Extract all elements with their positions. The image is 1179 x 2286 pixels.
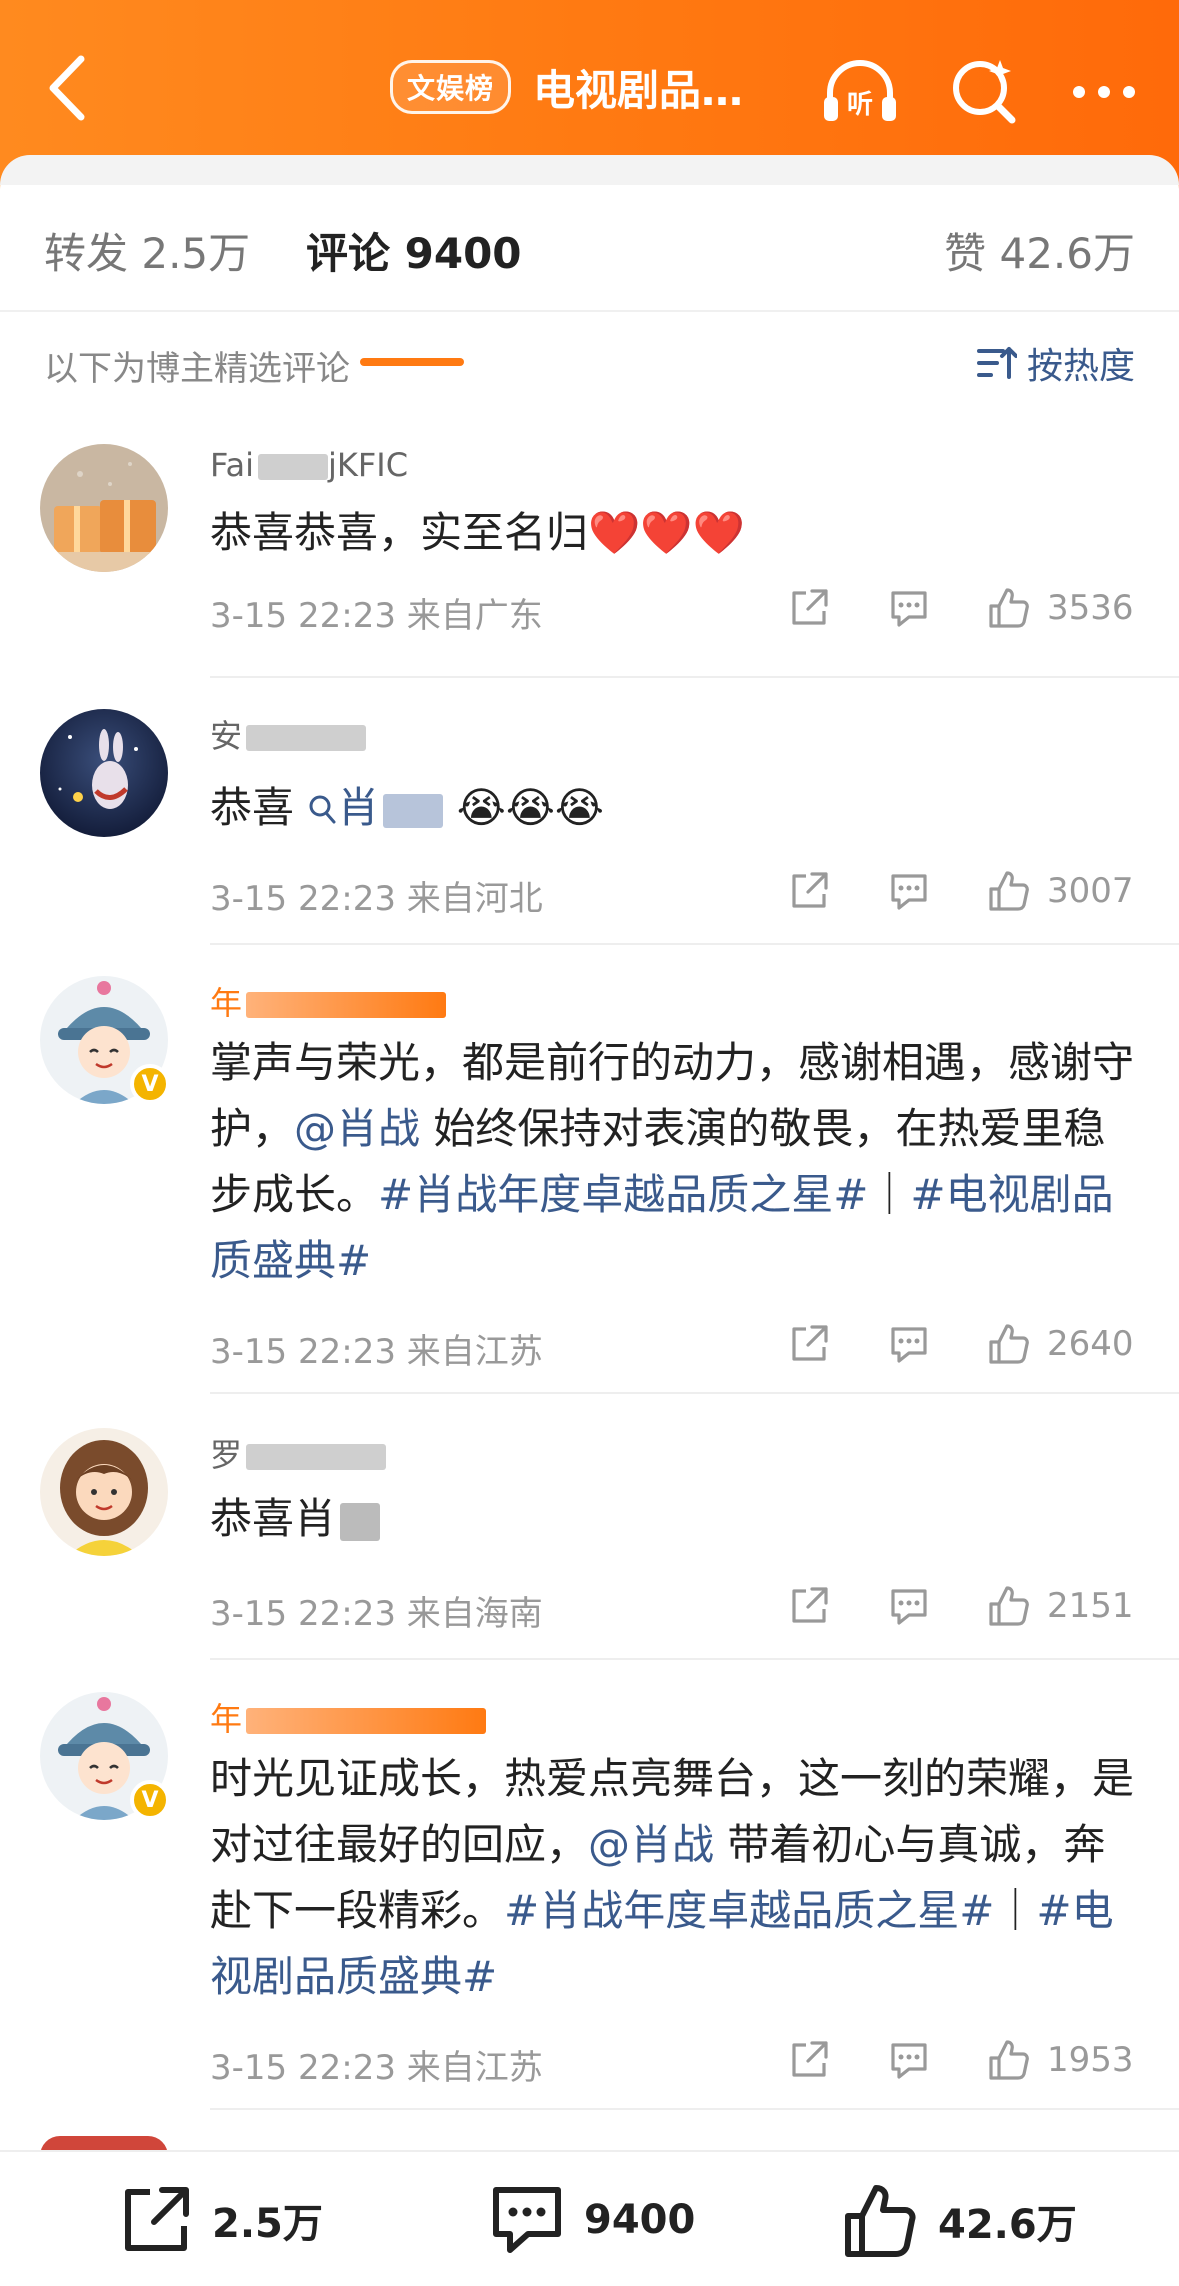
ranking-badge[interactable]: 文娱榜 [390,60,512,114]
avatar[interactable] [40,1428,168,1556]
comment-actions: 2151 [785,1582,1135,1630]
sort-label: 按热度 [1026,346,1135,387]
thumbs-up-icon[interactable] [985,867,1033,915]
repost-count: 2.5万 [212,2201,323,2247]
tab-like[interactable]: 赞 42.6万 [944,220,1135,281]
comment-actions: 3007 [785,867,1135,915]
reply-icon[interactable] [885,1582,933,1630]
comment-actions: 3536 [785,584,1135,632]
thumbs-up-icon[interactable] [985,1320,1033,1368]
avatar[interactable] [40,444,168,572]
comment-username[interactable]: Fai jKFIC [210,446,408,484]
laughing-emoji: 😭😭😭 [456,783,604,832]
comment-divider [210,2108,1179,2110]
mention-link[interactable]: @肖战 [294,1104,420,1153]
comment-meta: 3-15 22:23 来自河北 [210,879,543,919]
comment-text: 恭喜 肖 😭😭😭 [210,783,604,832]
thumbs-up-icon[interactable] [985,1582,1033,1630]
share-icon[interactable] [785,867,833,915]
page-title: 电视剧品… [533,65,744,115]
comment-username[interactable]: 罗 [210,1430,387,1476]
comment-meta: 3-15 22:23 来自海南 [210,1594,543,1634]
heart-emoji: ❤️❤️❤️ [588,508,745,557]
repost-button[interactable]: 2.5万 [118,2182,323,2258]
share-icon[interactable] [785,1582,833,1630]
sheet-handle-band [0,155,1179,185]
like-button[interactable]: 42.6万 [842,2182,1077,2260]
reply-icon[interactable] [885,1320,933,1368]
comment-divider [210,676,1179,678]
share-icon[interactable] [785,1320,833,1368]
topic-link[interactable]: 肖 [307,783,444,832]
comment-username[interactable]: 安 [210,711,367,757]
comment-meta: 3-15 22:23 来自广东 [210,596,543,636]
tab-comment[interactable]: 评论 9400 [306,220,522,281]
topic-link[interactable]: #肖战年度卓越品质之星# [378,1170,868,1219]
like-count: 1953 [1047,2040,1134,2080]
comment-actions: 1953 [785,2036,1135,2084]
avatar[interactable] [40,709,168,837]
comment-icon [493,2187,561,2253]
comment-divider [210,943,1179,945]
share-icon [125,2187,189,2251]
comment-button[interactable]: 9400 [488,2182,695,2258]
more-icon[interactable] [1064,52,1144,132]
comment-meta: 3-15 22:23 来自江苏 [210,2048,543,2088]
tab-forward[interactable]: 转发 2.5万 [44,220,250,281]
comment-text: 恭喜肖 [210,1486,1140,1552]
like-count: 2151 [1047,1586,1134,1626]
share-icon[interactable] [785,2036,833,2084]
topic-separator: ｜ [868,1170,911,1219]
search-icon [309,795,336,824]
comment-actions: 2640 [785,1320,1135,1368]
header-center: 文娱榜 电视剧品… [390,55,743,119]
share-icon[interactable] [785,584,833,632]
like-count: 42.6万 [938,2202,1077,2248]
mention-link[interactable]: @肖战 [588,1820,714,1869]
verified-badge: V [130,1780,170,1820]
like-count: 3007 [1047,871,1134,911]
thumbs-up-icon[interactable] [985,2036,1033,2084]
comment-username[interactable]: 年 [210,978,447,1024]
tab-bar: 转发 2.5万 评论 9400 赞 42.6万 [0,220,1179,366]
reply-icon[interactable] [885,867,933,915]
svg-text:听: 听 [847,90,873,120]
sort-icon [976,347,1017,379]
like-count: 3536 [1047,588,1134,628]
curated-label: 以下为博主精选评论 [44,349,350,389]
comment-username[interactable]: 年 [210,1694,487,1740]
thumbs-up-icon [845,2185,916,2257]
like-count: 2640 [1047,1324,1134,1364]
listen-icon[interactable]: 听 [820,52,900,132]
reply-icon[interactable] [885,2036,933,2084]
topic-link[interactable]: #肖战年度卓越品质之星# [504,1886,994,1935]
comment-count: 9400 [584,2197,696,2243]
sort-button[interactable]: 按热度 [976,337,1135,389]
sub-header: 以下为博主精选评论 按热度 [0,335,1179,395]
back-icon[interactable] [22,40,112,136]
topic-separator: ｜ [994,1886,1037,1935]
thumbs-up-icon[interactable] [985,584,1033,632]
reply-icon[interactable] [885,584,933,632]
verified-badge: V [130,1064,170,1104]
comment-divider [210,1392,1179,1394]
comment-text: 掌声与荣光，都是前行的动力，感谢相遇，感谢守护，@肖战 始终保持对表演的敬畏，在… [210,1038,1135,1285]
comment-text: 恭喜恭喜，实至名归❤️❤️❤️ [210,508,745,557]
bottom-action-bar: 2.5万 9400 42.6万 [0,2150,1179,2286]
comment-divider [210,1658,1179,1660]
comment-meta: 3-15 22:23 来自江苏 [210,1332,543,1372]
divider [0,310,1179,312]
ai-search-icon[interactable] [944,52,1024,132]
comment-text: 时光见证成长，热爱点亮舞台，这一刻的荣耀，是对过往最好的回应，@肖战 带着初心与… [210,1754,1135,2001]
